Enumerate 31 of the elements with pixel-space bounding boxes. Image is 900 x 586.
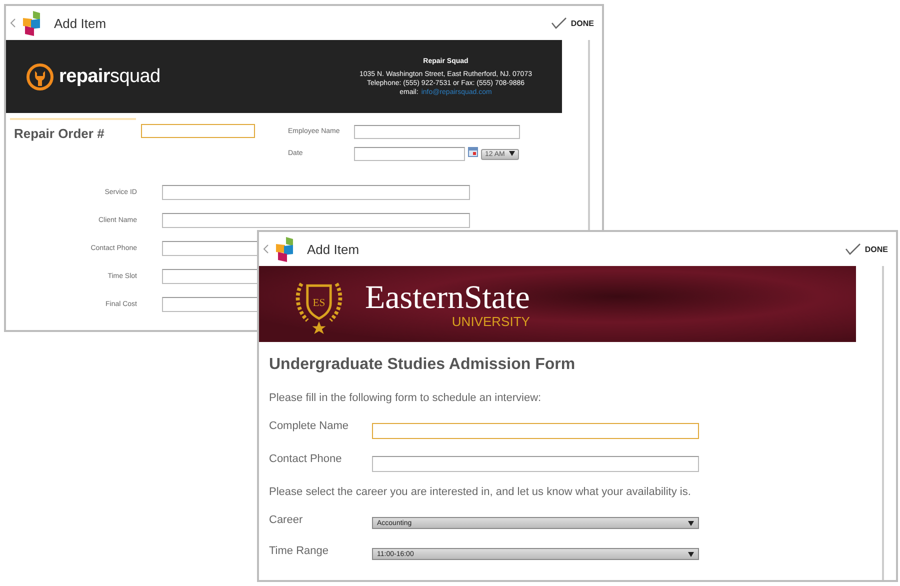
input-field[interactable]: [162, 185, 470, 200]
input-field[interactable]: [162, 213, 470, 228]
logo-text: repairsquad: [59, 66, 160, 88]
field-label: Complete Name: [269, 420, 350, 432]
form-heading: Undergraduate Studies Admission Form: [269, 356, 576, 374]
input-field[interactable]: [141, 124, 255, 138]
dropdown-arrow-icon: [508, 151, 515, 156]
field-label: Contact Phone: [269, 453, 343, 465]
instruction-text: Please fill in the following form to schedule an interview:: [269, 392, 542, 404]
calendar-icon[interactable]: [468, 147, 478, 157]
done-button[interactable]: DONE: [548, 15, 596, 31]
field-label: Career: [269, 514, 304, 526]
window-title: Add Item: [307, 242, 360, 256]
checkmark-icon: [550, 17, 567, 29]
window-title: Add Item: [54, 16, 106, 30]
back-icon[interactable]: [263, 244, 269, 254]
done-button[interactable]: DONE: [842, 241, 890, 257]
wrench-logo-icon: [26, 62, 54, 90]
university-subtitle: UNIVERSITY: [452, 314, 530, 328]
input-field[interactable]: [372, 456, 699, 472]
checkmark-icon: [844, 243, 861, 255]
input-field[interactable]: [354, 125, 520, 139]
field-label: Repair Order #: [13, 126, 106, 141]
back-icon[interactable]: [10, 18, 16, 28]
instruction-text: Please select the career you are interested in, and let us know what your availability is.: [269, 486, 692, 498]
university-name: EasternState: [365, 280, 530, 314]
dropdown-arrow-icon: [688, 520, 694, 526]
input-field[interactable]: [372, 423, 699, 439]
field-label: Time Range: [269, 545, 330, 557]
input-field[interactable]: [354, 147, 465, 161]
dropdown-arrow-icon: [688, 552, 694, 556]
